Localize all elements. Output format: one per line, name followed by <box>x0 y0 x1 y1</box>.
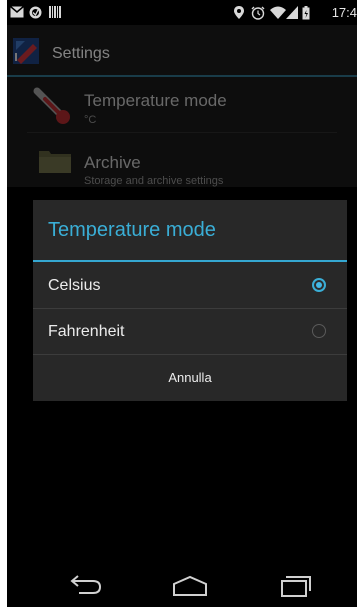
option-fahrenheit[interactable]: Fahrenheit <box>33 308 347 354</box>
location-icon <box>234 6 244 19</box>
barcode-icon <box>49 6 61 18</box>
status-time: 17:4 <box>331 5 357 20</box>
temperature-mode-dialog: Temperature mode Celsius Fahrenheit Annu… <box>33 200 347 401</box>
device-screen: 17:4 Settings Temperature mode °C Archiv… <box>7 0 357 607</box>
cancel-button[interactable]: Annulla <box>33 354 347 401</box>
home-icon[interactable] <box>170 573 210 599</box>
battery-icon <box>302 6 310 20</box>
navigation-bar <box>7 565 357 607</box>
option-celsius[interactable]: Celsius <box>33 262 347 308</box>
radio-checked-icon[interactable] <box>312 278 326 292</box>
option-label: Fahrenheit <box>48 323 125 340</box>
signal-icon <box>286 6 298 19</box>
alarm-icon <box>251 6 265 20</box>
option-label: Celsius <box>48 277 101 294</box>
recent-apps-icon[interactable] <box>275 573 315 599</box>
mail-icon <box>10 6 24 18</box>
sync-icon <box>29 6 42 19</box>
wifi-icon <box>270 6 286 19</box>
back-icon[interactable] <box>65 573 105 599</box>
status-bar: 17:4 <box>7 0 357 25</box>
radio-unchecked-icon[interactable] <box>312 324 326 338</box>
dialog-title: Temperature mode <box>48 219 216 241</box>
